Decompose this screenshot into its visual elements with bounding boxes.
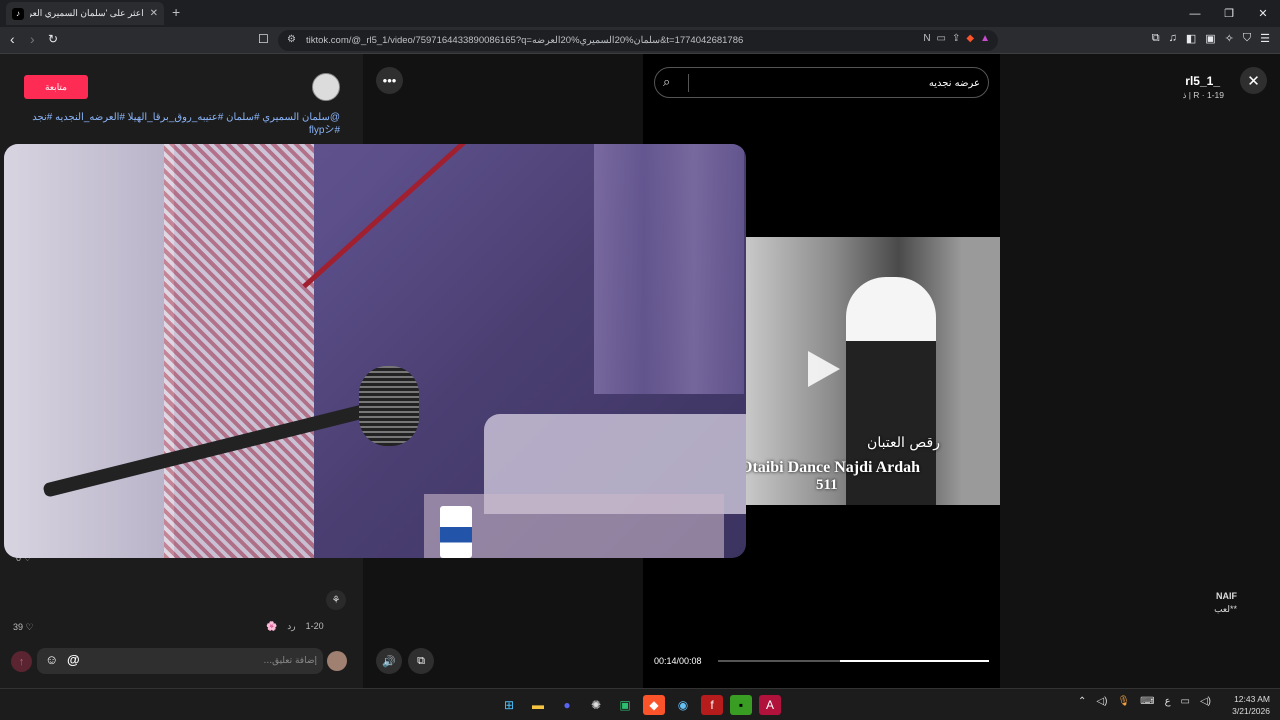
url-text: tiktok.com/@_rl5_1/video/759716443389008… bbox=[306, 35, 744, 46]
follow-button[interactable]: متابعة bbox=[24, 75, 88, 99]
browser-toolbar: ‹ › ↻ ☐ ⚙ tiktok.com/@_rl5_1/video/75971… bbox=[0, 27, 1280, 54]
close-icon[interactable]: ✕ bbox=[1240, 67, 1267, 94]
video-microphone bbox=[359, 366, 419, 446]
thumbnail-arabic-title: رقص العتبان bbox=[867, 435, 940, 451]
system-tray: ⌃ ◁) 🎙 ⌨ ع ▭ ◁) bbox=[1078, 696, 1211, 707]
window-controls: — ❐ ✕ bbox=[1178, 0, 1280, 27]
brave-shield-icon[interactable]: ◆ bbox=[966, 33, 974, 44]
comment-meta: 🌸 رد 1-20 bbox=[266, 621, 324, 632]
steam-icon[interactable]: ◉ bbox=[672, 695, 694, 715]
floating-video[interactable] bbox=[4, 144, 746, 558]
sidebar-icon[interactable]: ◧ bbox=[1186, 32, 1196, 45]
search-input[interactable] bbox=[695, 74, 980, 92]
author-avatar[interactable] bbox=[312, 73, 340, 101]
site-settings-icon[interactable]: ⚙ bbox=[287, 34, 296, 45]
close-tab-icon[interactable]: ✕ bbox=[150, 8, 158, 19]
chevron-up-icon[interactable]: ⌃ bbox=[1078, 696, 1086, 707]
wallet-icon[interactable]: ▣ bbox=[1205, 32, 1215, 45]
video-curtain bbox=[594, 144, 744, 394]
forward-icon[interactable]: › bbox=[30, 31, 35, 47]
post-meta: ذ | R · 1-19 bbox=[1182, 90, 1224, 100]
language-indicator[interactable]: ع bbox=[1165, 696, 1171, 707]
speaker-tray-icon[interactable]: ◁) bbox=[1096, 696, 1107, 707]
comment-author[interactable]: NAIF bbox=[1216, 591, 1237, 601]
tiktok-icon: ♪ bbox=[12, 7, 24, 20]
send-comment-button[interactable]: ↑ bbox=[11, 651, 32, 672]
taskbar-apps: ⊞ ▬ ● ✺ ▣ ◆ ◉ f ▪ A bbox=[498, 695, 781, 715]
thumbnail-number: 511 bbox=[816, 477, 838, 493]
menu-icon[interactable]: ☰ bbox=[1260, 32, 1270, 45]
chatgpt-icon[interactable]: ✺ bbox=[585, 695, 607, 715]
screenshot-icon[interactable]: ⧉ bbox=[1152, 32, 1160, 45]
playback-progress-fill bbox=[839, 660, 989, 662]
vpn-icon[interactable]: ⛉ bbox=[1243, 32, 1251, 45]
video-cup bbox=[440, 506, 472, 558]
microphone-icon[interactable]: 🎙 bbox=[1117, 696, 1130, 707]
video-sword bbox=[302, 144, 551, 289]
brave-icon[interactable]: ◆ bbox=[643, 695, 665, 715]
reply-button[interactable]: رد bbox=[287, 621, 295, 632]
system-clock[interactable]: 12:43 AM 3/21/2026 bbox=[1228, 693, 1270, 717]
close-window-button[interactable]: ✕ bbox=[1246, 0, 1280, 27]
emoji-icon[interactable]: ☺ bbox=[45, 652, 58, 667]
browser-tools: ⧉ ♫ ◧ ▣ ✧ ⛉ ☰ bbox=[1152, 32, 1270, 45]
video-robe bbox=[4, 144, 174, 558]
minimize-button[interactable]: — bbox=[1178, 0, 1212, 27]
result-video-thumbnail[interactable]: رقص العتبان Otaibi Dance Najdi Ardah 511 bbox=[746, 237, 1000, 505]
comment-composer: ☺ @ bbox=[37, 648, 323, 674]
video-shemagh bbox=[164, 144, 314, 558]
reader-icon[interactable]: N bbox=[923, 33, 930, 44]
comment-text: لعب** bbox=[1214, 604, 1237, 614]
comment-avatar[interactable]: ⚘ bbox=[326, 590, 346, 610]
search-box: ⌕ bbox=[654, 67, 989, 98]
discord-icon[interactable]: ● bbox=[556, 695, 578, 715]
cast-icon[interactable]: ▭ bbox=[937, 33, 946, 44]
keyboard-icon[interactable]: ⌨ bbox=[1140, 696, 1154, 707]
volume-tray-icon[interactable]: ◁) bbox=[1200, 696, 1211, 707]
back-icon[interactable]: ‹ bbox=[10, 31, 15, 47]
author-username[interactable]: rl5_1_ bbox=[1185, 74, 1220, 88]
comment-like-count[interactable]: 39 ♡ bbox=[13, 622, 34, 633]
minecraft-icon[interactable]: ▪ bbox=[730, 695, 752, 715]
tab-bar: ♪ اعثر على 'سلمان السميري العرضه ✕ + — ❐… bbox=[0, 0, 1280, 27]
start-icon[interactable]: ⊞ bbox=[498, 695, 520, 715]
app-icon[interactable]: f bbox=[701, 695, 723, 715]
search-icon[interactable]: ⌕ bbox=[663, 74, 670, 90]
address-bar[interactable]: ⚙ tiktok.com/@_rl5_1/video/7597164433890… bbox=[278, 30, 998, 51]
rewards-icon[interactable]: ▲ bbox=[980, 33, 990, 44]
taskbar: ⊞ ▬ ● ✺ ▣ ◆ ◉ f ▪ A ⌃ ◁) 🎙 ⌨ ع ▭ ◁) 12:4… bbox=[0, 688, 1280, 720]
terminal-icon[interactable]: ▣ bbox=[614, 695, 636, 715]
url-icons: N ▭ ⇪ ◆ ▲ bbox=[923, 33, 990, 44]
mention-icon[interactable]: @ bbox=[67, 652, 80, 667]
clock-date: 3/21/2026 bbox=[1232, 706, 1270, 716]
thumbnail-english-title: Otaibi Dance Najdi Ardah bbox=[746, 459, 921, 476]
page-background bbox=[1000, 54, 1280, 688]
user-avatar[interactable] bbox=[327, 651, 347, 671]
media-icon[interactable]: ♫ bbox=[1169, 32, 1177, 45]
page-content: متابعة rl5_1_ ذ | R · 1-19 @سلمان السمير… bbox=[0, 54, 1280, 688]
browser-tab[interactable]: ♪ اعثر على 'سلمان السميري العرضه ✕ bbox=[6, 2, 164, 25]
new-tab-button[interactable]: + bbox=[172, 4, 180, 20]
network-icon[interactable]: ▭ bbox=[1181, 696, 1190, 707]
picture-in-picture-icon[interactable]: ⧉ bbox=[408, 648, 434, 674]
playback-time: 00:14/00:08 bbox=[654, 656, 702, 666]
reload-icon[interactable]: ↻ bbox=[48, 32, 58, 46]
leo-icon[interactable]: ✧ bbox=[1225, 32, 1234, 45]
more-options-button[interactable]: ••• bbox=[376, 67, 403, 94]
comment-input[interactable] bbox=[97, 652, 317, 670]
post-caption[interactable]: @سلمان السميري #سلمان #عتيبه_روق_برقا_ال… bbox=[20, 111, 340, 137]
maximize-button[interactable]: ❐ bbox=[1212, 0, 1246, 27]
clock-time: 12:43 AM bbox=[1234, 694, 1270, 704]
reaction-icon: 🌸 bbox=[266, 621, 278, 631]
app2-icon[interactable]: A bbox=[759, 695, 781, 715]
comment-date: 1-20 bbox=[305, 621, 324, 631]
file-explorer-icon[interactable]: ▬ bbox=[527, 695, 549, 715]
tab-title: اعثر على 'سلمان السميري العرضه bbox=[30, 8, 144, 18]
volume-icon[interactable]: 🔊 bbox=[376, 648, 402, 674]
playback-progress[interactable] bbox=[718, 660, 989, 662]
share-icon[interactable]: ⇪ bbox=[952, 33, 960, 44]
bookmark-icon[interactable]: ☐ bbox=[258, 32, 269, 46]
play-icon[interactable] bbox=[808, 351, 840, 387]
search-divider bbox=[688, 74, 689, 92]
